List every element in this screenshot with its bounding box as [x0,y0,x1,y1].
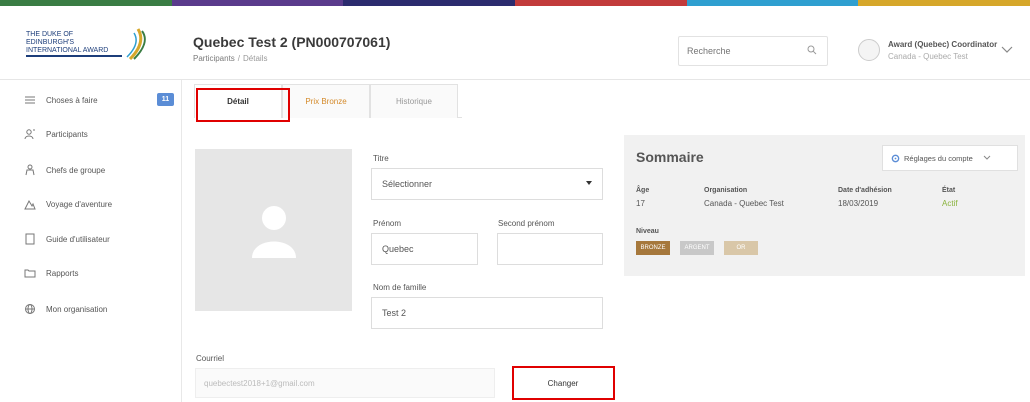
email-label: Courriel [196,354,225,363]
list-icon [25,96,35,104]
breadcrumb-participants-link[interactable]: Participants [193,54,235,63]
breadcrumb-current: Détails [243,54,268,63]
tab-detail[interactable]: Détail [194,84,282,118]
last-name-field[interactable]: Test 2 [371,297,603,329]
chevron-down-icon[interactable] [1001,46,1013,54]
title-label: Titre [373,154,389,163]
level-label: Niveau [636,228,659,235]
last-name-label: Nom de famille [373,283,427,292]
tab-history[interactable]: Historique [370,84,458,118]
sidebar-item-label: Rapports [46,268,79,278]
middle-name-field[interactable] [497,233,603,265]
sidebar-item-label: Mon organisation [46,304,108,314]
middle-name-label: Second prénom [498,219,555,228]
todo-count-badge: 11 [157,93,174,106]
status-value: Actif [942,199,958,208]
title-select[interactable]: Sélectionner [371,168,603,200]
join-date-value: 18/03/2019 [838,199,879,208]
summary-panel: Sommaire Réglages du compte Âge 17 Organ… [624,135,1025,276]
sidebar-item-adventure[interactable]: Voyage d'aventure [24,196,174,212]
sidebar-item-label: Participants [46,129,88,139]
globe-icon [25,304,35,314]
sidebar-item-user-guide[interactable]: Guide d'utilisateur [24,231,174,247]
participants-icon [24,129,35,140]
level-badge-bronze: BRONZE [636,241,670,255]
sidebar-item-participants[interactable]: Participants [24,126,174,142]
email-value: quebectest2018+1@gmail.com [204,378,315,388]
user-organization: Canada - Quebec Test [888,51,968,61]
email-field: quebectest2018+1@gmail.com [195,368,495,398]
account-settings-button[interactable]: Réglages du compte [882,145,1018,171]
level-badge-gold: OR [724,241,758,255]
logo-text: THE DUKE OF EDINBURGH'S INTERNATIONAL AW… [26,31,122,57]
breadcrumb-separator: / [237,54,241,63]
sidebar-item-organization[interactable]: Mon organisation [24,301,174,317]
first-name-field[interactable]: Quebec [371,233,478,265]
search-box [678,36,828,66]
breadcrumb: Participants / Détails [193,54,390,63]
guide-icon [25,233,35,245]
organization-value: Canada - Quebec Test [704,199,784,208]
sidebar-item-reports[interactable]: Rapports [24,265,174,281]
summary-title: Sommaire [636,149,704,165]
avatar [858,39,880,61]
group-leader-icon [25,164,35,176]
account-settings-label: Réglages du compte [904,153,973,163]
age-label: Âge [636,187,650,194]
profile-photo-placeholder[interactable] [195,149,352,311]
sidebar-item-todo[interactable]: Choses à faire 11 [24,92,174,108]
search-input[interactable] [679,37,799,65]
age-value: 17 [636,199,645,208]
logo-swoosh-icon [126,28,146,61]
title-select-value: Sélectionner [382,179,433,189]
caret-down-icon [586,181,592,185]
mountain-icon [24,199,36,210]
app-header: THE DUKE OF EDINBURGH'S INTERNATIONAL AW… [0,6,1030,80]
level-badge-silver: ARGENT [680,241,714,255]
tab-bar: Détail Prix Bronze Historique [194,84,462,118]
folder-icon [24,269,36,278]
user-menu[interactable]: Award (Quebec) Coordinator Canada - Queb… [858,32,1030,68]
gear-icon [891,154,900,162]
sidebar: Choses à faire 11 Participants Chefs de … [0,80,182,402]
page-title: Quebec Test 2 (PN000707061) [193,34,391,50]
user-name: Award (Quebec) Coordinator [888,39,998,49]
chevron-down-icon [983,155,991,160]
sidebar-item-label: Choses à faire [46,95,98,105]
change-email-button[interactable]: Changer [514,368,612,398]
join-date-label: Date d'adhésion [838,187,892,194]
first-name-label: Prénom [373,219,402,228]
award-logo[interactable]: THE DUKE OF EDINBURGH'S INTERNATIONAL AW… [26,24,154,64]
sidebar-item-label: Guide d'utilisateur [46,234,110,244]
tab-bronze-award[interactable]: Prix Bronze [282,84,370,118]
status-label: État [942,187,956,194]
search-icon[interactable] [807,45,817,55]
sidebar-item-group-leaders[interactable]: Chefs de groupe [24,162,174,178]
first-name-value: Quebec [382,244,414,254]
sidebar-item-label: Voyage d'aventure [46,199,113,209]
last-name-value: Test 2 [382,308,407,318]
organization-label: Organisation [704,187,748,194]
person-silhouette-icon [251,206,296,258]
sidebar-item-label: Chefs de groupe [46,165,106,175]
